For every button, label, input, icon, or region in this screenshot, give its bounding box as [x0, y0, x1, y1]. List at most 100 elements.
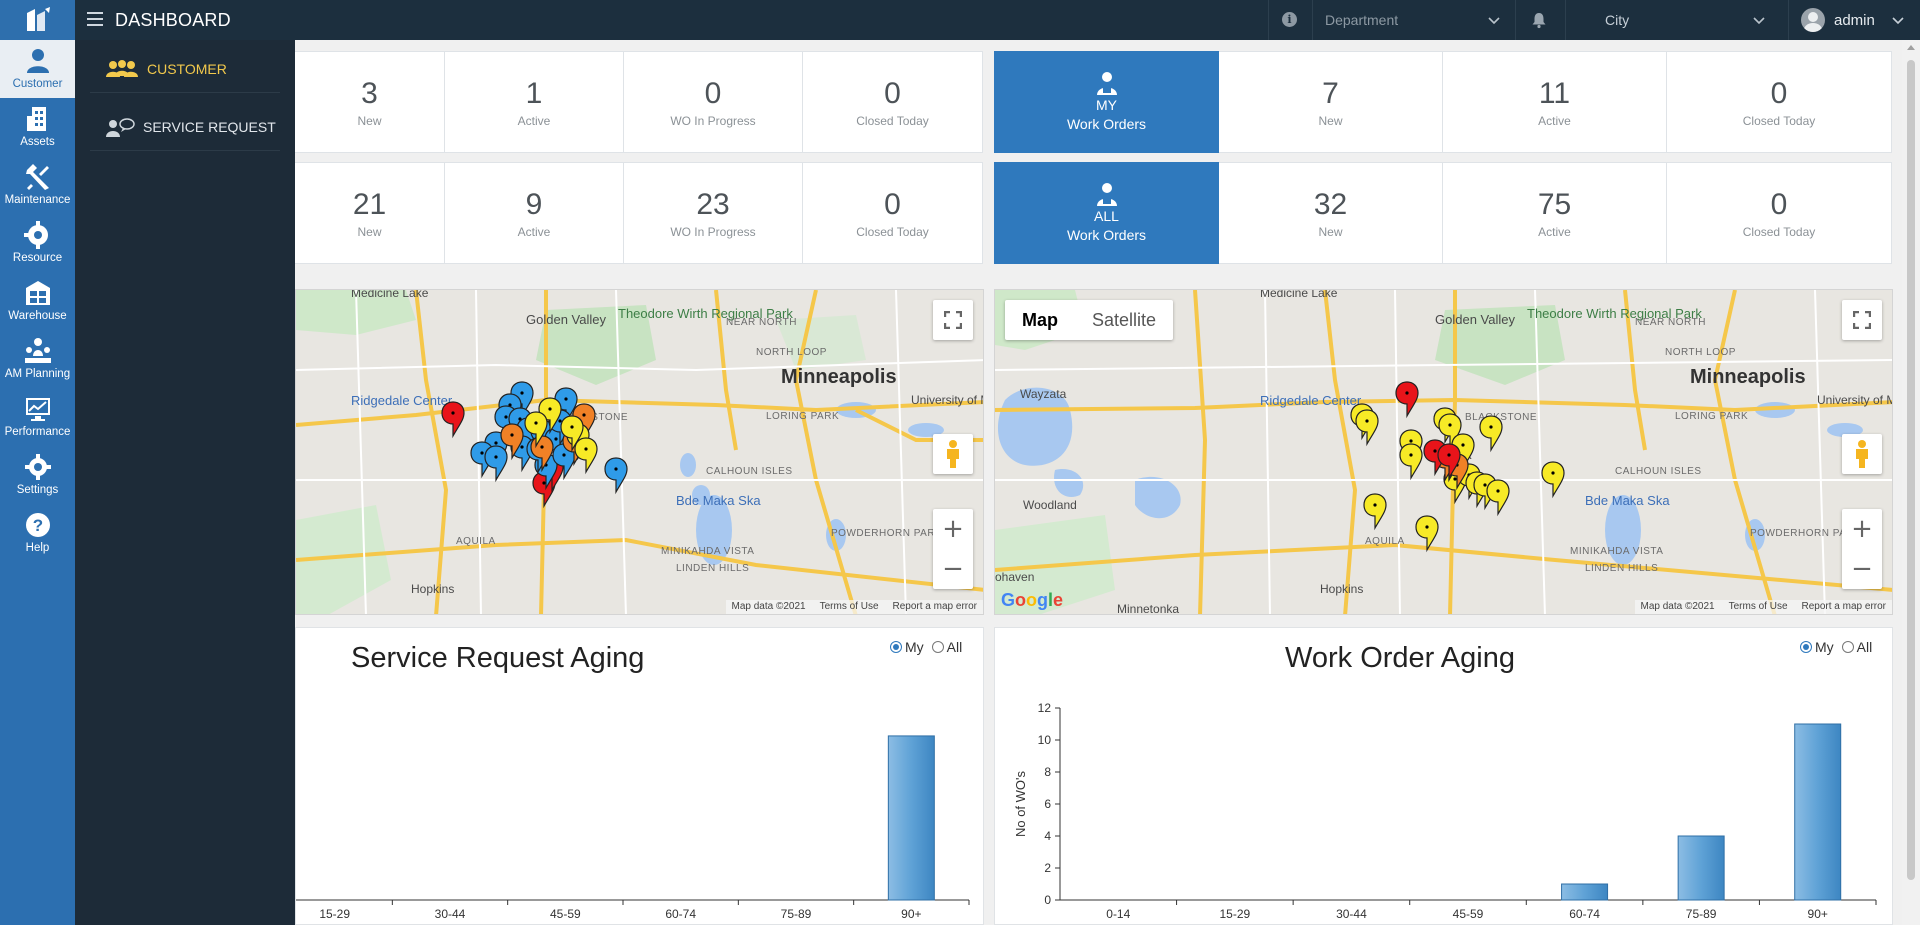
zoom-control: + − [1842, 509, 1882, 589]
zoom-out-button[interactable]: − [1842, 549, 1882, 589]
stat-wo-in-progress[interactable]: 23 WO In Progress [624, 162, 803, 264]
zoom-out-button[interactable]: − [933, 549, 973, 589]
bar-75-89[interactable] [1677, 835, 1725, 901]
nav-maintenance[interactable]: Maintenance [0, 156, 75, 214]
terms-link[interactable]: Terms of Use [1729, 600, 1788, 614]
zoom-in-button[interactable]: + [933, 509, 973, 549]
stat-value: 0 [704, 77, 722, 110]
performance-icon [25, 398, 50, 421]
zoom-in-button[interactable]: + [1842, 509, 1882, 549]
stat-caption: Active [517, 114, 551, 128]
y-tick-label: 12 [1038, 701, 1052, 715]
nav-customer[interactable]: Customer [0, 40, 75, 98]
header-line1: ALL [1094, 208, 1119, 224]
map-data-attribution: Map data ©2021 [731, 601, 806, 612]
y-tick-label: 6 [1044, 797, 1051, 811]
street-view-button[interactable] [933, 434, 973, 474]
stat-active[interactable]: 11 Active [1443, 51, 1667, 153]
x-tick-label: 15-29 [1220, 907, 1251, 921]
map-markers [441, 381, 628, 507]
terms-link[interactable]: Terms of Use [820, 600, 879, 614]
nav-am-planning[interactable]: AM Planning [0, 330, 75, 388]
stat-active[interactable]: 75 Active [1443, 162, 1667, 264]
nav-warehouse[interactable]: Warehouse [0, 272, 75, 330]
divider [1565, 0, 1566, 40]
my-work-order-stats: MY Work Orders 7 New 11 Active 0 Closed Tod… [994, 51, 1892, 153]
nav-resource[interactable]: Resource [0, 214, 75, 272]
header-line2: Work Orders [1066, 116, 1147, 132]
nav-label: AM Planning [4, 368, 71, 380]
scroll-up-arrow[interactable] [1907, 45, 1915, 50]
fullscreen-icon [1853, 311, 1871, 329]
stat-new[interactable]: 7 New [1219, 51, 1443, 153]
street-view-button[interactable] [1842, 434, 1882, 474]
x-tick-label: 90+ [1808, 907, 1828, 921]
stat-closed-today[interactable]: 0 Closed Today [803, 162, 983, 264]
nav-label: Performance [4, 426, 71, 438]
nav-settings[interactable]: Settings [0, 446, 75, 504]
service-request-aging-chart: Service Request Aging My All 15-29 30-44 4… [295, 627, 984, 925]
work-order-map[interactable]: Medicine Lake Golden Valley Theodore Wir… [994, 289, 1893, 615]
stat-value: 3 [361, 77, 378, 110]
nav-assets[interactable]: Assets [0, 98, 75, 156]
nav-label: Settings [16, 484, 59, 496]
submenu-item-service-request[interactable]: SERVICE REQUEST [90, 103, 280, 151]
report-error-link[interactable]: Report a map error [893, 600, 977, 614]
stat-new[interactable]: 32 New [1219, 162, 1443, 264]
help-icon: ? [25, 513, 50, 537]
nav-label: Assets [20, 136, 55, 148]
stat-wo-in-progress[interactable]: 0 WO In Progress [624, 51, 803, 153]
all-work-orders-header[interactable]: ALL Work Orders [994, 162, 1219, 264]
user-name[interactable]: admin [1834, 12, 1875, 29]
chevron-down-icon[interactable] [1892, 14, 1904, 26]
bell-icon[interactable] [1530, 11, 1548, 29]
service-request-icon [106, 117, 135, 137]
map-type-map-button[interactable]: Map [1005, 300, 1075, 340]
divider [1312, 0, 1313, 40]
stat-new[interactable]: 21 New [295, 162, 445, 264]
stat-caption: Closed Today [1742, 225, 1816, 239]
page-scrollbar[interactable] [1902, 40, 1920, 925]
my-work-orders-header[interactable]: MY Work Orders [994, 51, 1219, 153]
stat-caption: WO In Progress [670, 225, 756, 239]
department-select[interactable]: Department [1325, 0, 1510, 40]
y-tick-label: 4 [1044, 829, 1051, 843]
top-bar: DASHBOARD i Department City admin [0, 0, 1920, 40]
info-icon[interactable]: i [1282, 12, 1297, 27]
svg-text:?: ? [32, 516, 42, 535]
stat-closed-today[interactable]: 0 Closed Today [1667, 51, 1892, 153]
stat-closed-today[interactable]: 0 Closed Today [1667, 162, 1892, 264]
stat-closed-today[interactable]: 0 Closed Today [803, 51, 983, 153]
stat-new[interactable]: 3 New [295, 51, 445, 153]
worker-icon [1096, 183, 1117, 206]
map-type-satellite-button[interactable]: Satellite [1075, 300, 1173, 340]
scrollbar-thumb[interactable] [1907, 60, 1915, 880]
divider [1515, 0, 1516, 40]
y-tick-label: 10 [1038, 733, 1052, 747]
service-request-map[interactable]: Medicine Lake Golden Valley Theodore Wir… [295, 289, 984, 615]
report-error-link[interactable]: Report a map error [1802, 600, 1886, 614]
map-type-control: Map Satellite [1005, 300, 1174, 340]
maintenance-icon [25, 164, 49, 190]
stat-active[interactable]: 9 Active [445, 162, 624, 264]
nav-performance[interactable]: Performance [0, 388, 75, 446]
bar-90+[interactable] [887, 735, 935, 901]
app-logo[interactable] [0, 0, 75, 40]
submenu-item-customer[interactable]: CUSTOMER [90, 45, 280, 93]
hamburger-menu-icon[interactable] [87, 12, 103, 26]
stat-value: 1 [525, 77, 543, 110]
page-title: DASHBOARD [115, 10, 231, 30]
bar-90+[interactable] [1794, 723, 1842, 901]
my-service-request-stats: 3 New 1 Active 0 WO In Progress 0 Closed Tod… [295, 51, 983, 153]
stat-active[interactable]: 1 Active [445, 51, 624, 153]
user-avatar[interactable] [1801, 8, 1825, 32]
map-footer: Map data ©2021 Terms of Use Report a map… [1634, 600, 1892, 614]
city-select[interactable]: City [1605, 0, 1775, 40]
stat-caption: Closed Today [856, 114, 929, 128]
nav-help[interactable]: ? Help [0, 504, 75, 562]
fullscreen-button[interactable] [933, 300, 973, 340]
bar-60-74[interactable] [1561, 883, 1609, 901]
fullscreen-button[interactable] [1842, 300, 1882, 340]
nav-label: Maintenance [4, 194, 71, 206]
city-select-value: City [1605, 12, 1630, 28]
